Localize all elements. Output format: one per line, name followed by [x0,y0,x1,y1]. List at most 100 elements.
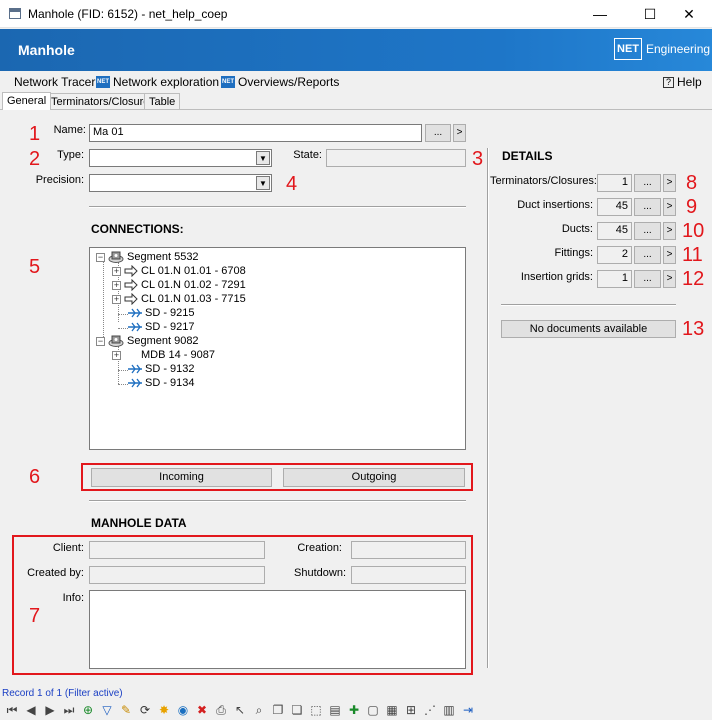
tree-node-cable[interactable]: + CL 01.N 01.03 - 7715 [112,292,246,306]
menu-network-exploration[interactable]: NET Network exploration [96,75,219,89]
expand-icon[interactable]: + [112,350,121,360]
fittings-goto-button[interactable]: > [663,246,676,264]
copy-icon[interactable]: ❐ [270,702,286,718]
ducts-goto-button[interactable]: > [663,222,676,240]
menu-network-tracer[interactable]: Network Tracer [14,75,95,89]
expand-icon[interactable]: + [112,280,121,290]
tree-node-item[interactable]: + MDB 14 - 9087 [112,348,215,362]
creation-field[interactable] [351,541,466,559]
tree-node-duct[interactable]: SD - 9215 [128,306,195,320]
tree-node-duct[interactable]: SD - 9132 [128,362,195,376]
menu-overviews-reports[interactable]: NET Overviews/Reports [221,75,339,89]
duct-insertions-browse-button[interactable]: ... [634,198,661,216]
callout-number: 11 [682,244,703,266]
menu-help-label: Help [677,75,702,89]
logo-text: Engineering [646,42,711,56]
precision-select[interactable]: ▼ [89,174,272,192]
shutdown-field[interactable] [351,566,466,584]
info-textarea[interactable] [89,590,466,669]
tab-terminators-closures[interactable]: Terminators/Closures [46,93,160,110]
tree-node-cable[interactable]: + CL 01.N 01.02 - 7291 [112,278,246,292]
report-icon[interactable]: ▦ [384,702,400,718]
ducts-browse-button[interactable]: ... [634,222,661,240]
menu-network-exploration-label: Network exploration [113,75,220,89]
tree-node-duct[interactable]: SD - 9217 [128,320,195,334]
terminators-closures-goto-button[interactable]: > [663,174,676,192]
exit-icon[interactable]: ⇥ [460,702,476,718]
menu-bar: Network Tracer NET Network exploration N… [0,71,712,93]
ducts-label: Ducts: [561,223,593,235]
state-field [326,149,466,167]
next-record-icon[interactable]: ▶ [42,702,58,718]
cable-arrow-icon [124,293,138,305]
edit-pencil-icon[interactable]: ✎ [118,702,134,718]
menu-help[interactable]: ? Help [663,75,702,89]
delete-icon[interactable]: ✖ [194,702,210,718]
expand-icon[interactable]: + [112,266,121,276]
callout-number: 1 [29,123,41,145]
callout-number: 10 [682,220,705,242]
chevron-down-icon[interactable]: ▼ [256,176,270,190]
outgoing-button[interactable]: Outgoing [283,468,465,487]
tree-connector [118,328,128,329]
type-select[interactable]: ▼ [89,149,272,167]
connections-tree[interactable]: − Segment 5532 + CL 01.N 01.01 - 6708 + … [89,247,466,450]
name-input[interactable]: Ma 01 [89,124,422,142]
insertion-grids-count: 1 [597,270,632,288]
duplicate-icon[interactable]: ❏ [289,702,305,718]
collapse-icon[interactable]: − [96,252,105,262]
fittings-browse-button[interactable]: ... [634,246,661,264]
tree-connector [118,314,128,315]
tree-node-label: Segment 5532 [127,251,199,263]
filter-icon[interactable]: ▽ [99,702,115,718]
network-icon[interactable]: ⋰ [422,702,438,718]
first-record-icon[interactable]: ⏮ [4,702,20,718]
select-frame-icon[interactable]: ⬚ [308,702,324,718]
record-toolbar: ⏮ ◀ ▶ ⏭ ⊕ ▽ ✎ ⟳ ✸ ◉ ✖ ⎙ ↖ ⌕ ❐ ❏ ⬚ ▤ ✚ ▢ ▦ ⊞ ⋰ ▥ ⇥ [0,700,712,720]
insertion-grids-browse-button[interactable]: ... [634,270,661,288]
minimize-button[interactable]: — [577,0,623,28]
document-icon[interactable]: ▢ [365,702,381,718]
duct-insertions-goto-button[interactable]: > [663,198,676,216]
incoming-button[interactable]: Incoming [91,468,272,487]
name-browse-button[interactable]: ... [425,124,451,142]
tab-general[interactable]: General [2,92,52,110]
net-icon: NET [221,76,235,88]
add-document-icon[interactable]: ⊞ [403,702,419,718]
highlight-icon[interactable]: ✸ [156,702,172,718]
documents-button[interactable]: No documents available [501,320,676,338]
tree-node-duct[interactable]: SD - 9134 [128,376,195,390]
globe-icon[interactable]: ◉ [175,702,191,718]
callout-number: 13 [682,318,705,340]
close-button[interactable]: ✕ [666,0,712,28]
last-record-icon[interactable]: ⏭ [61,702,77,718]
table-icon[interactable]: ▥ [441,702,457,718]
previous-record-icon[interactable]: ◀ [23,702,39,718]
insertion-grids-goto-button[interactable]: > [663,270,676,288]
terminators-closures-label: Terminators/Closures: [490,175,597,187]
select-pointer-icon[interactable]: ↖ [232,702,248,718]
callout-number: 8 [686,172,698,194]
chevron-down-icon[interactable]: ▼ [256,151,270,165]
tree-node-segment[interactable]: − Segment 9082 [96,334,199,348]
cable-arrow-icon [124,279,138,291]
name-goto-button[interactable]: > [453,124,466,142]
add-filter-icon[interactable]: ⊕ [80,702,96,718]
tab-table[interactable]: Table [144,93,181,110]
tree-node-cable[interactable]: + CL 01.N 01.01 - 6708 [112,264,246,278]
created-by-field[interactable] [89,566,265,584]
collapse-icon[interactable]: − [96,336,105,346]
terminators-closures-browse-button[interactable]: ... [634,174,661,192]
layers-icon[interactable]: ▤ [327,702,343,718]
cable-arrow-icon [124,265,138,277]
tab-divider [0,109,712,110]
tree-node-segment[interactable]: − Segment 5532 [96,250,199,264]
zoom-icon[interactable]: ⌕ [251,702,267,718]
client-label: Client: [52,542,84,554]
expand-icon[interactable]: + [112,294,121,304]
new-object-icon[interactable]: ✚ [346,702,362,718]
refresh-icon[interactable]: ⟳ [137,702,153,718]
client-field[interactable] [89,541,265,559]
callout-number: 4 [286,173,298,195]
print-icon[interactable]: ⎙ [213,702,229,718]
